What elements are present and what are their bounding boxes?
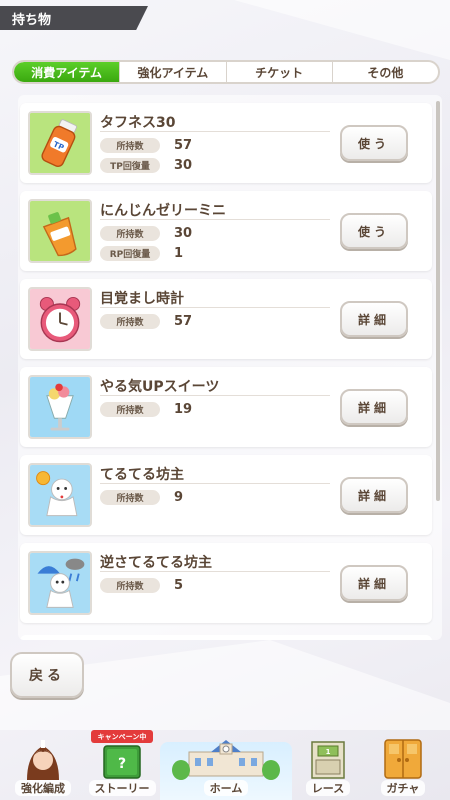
details-button[interactable]: 詳細 xyxy=(340,301,408,337)
stat-value: 1 xyxy=(174,245,184,261)
category-tabs: 消費アイテム 強化アイテム チケット その他 xyxy=(12,60,440,84)
stat-value: 9 xyxy=(174,489,184,505)
svg-text:1: 1 xyxy=(326,748,331,756)
tab-label: チケット xyxy=(255,65,304,80)
item-list: TP タフネス30 所持数 57 TP回復量 30 使う にんじんゼリーミニ 所… xyxy=(18,95,442,640)
page-header: 持ち物 xyxy=(0,6,148,30)
stat-row: RP回復量 1 xyxy=(100,245,183,261)
divider xyxy=(100,131,330,132)
stat-row: TP回復量 30 xyxy=(100,157,192,173)
stat-row: 所持数 9 xyxy=(100,489,183,505)
tab-label: その他 xyxy=(367,65,404,80)
stat-label: RP回復量 xyxy=(100,245,160,261)
tp-drink-icon: TP xyxy=(28,111,92,175)
character-portrait-icon xyxy=(13,736,73,780)
stat-label: 所持数 xyxy=(100,489,160,505)
page-title: 持ち物 xyxy=(12,12,52,28)
list-item: にんじんゼリーミニ 所持数 30 RP回復量 1 使う xyxy=(20,191,432,271)
tab-enhancement[interactable]: 強化アイテム xyxy=(120,62,227,82)
carrot-jelly-icon xyxy=(28,199,92,263)
nav-label: ホーム xyxy=(203,780,249,796)
race-gate-icon: 1 xyxy=(298,736,358,780)
item-name: タフネス30 xyxy=(100,115,176,131)
stat-label: 所持数 xyxy=(100,137,160,153)
list-scrollbar[interactable] xyxy=(436,101,440,501)
details-button[interactable]: 詳細 xyxy=(340,477,408,513)
nav-home[interactable]: ホーム xyxy=(166,735,286,800)
stat-value: 57 xyxy=(174,313,193,329)
nav-story[interactable]: ? ストーリー xyxy=(84,735,160,800)
upside-down-teru-teru-bozu-icon xyxy=(28,551,92,615)
stat-label: TP回復量 xyxy=(100,157,160,173)
tab-label: 強化アイテム xyxy=(137,65,209,80)
stat-row: 所持数 5 xyxy=(100,577,183,593)
stat-value: 30 xyxy=(174,225,193,241)
item-name: てるてる坊主 xyxy=(100,467,184,483)
bottom-nav: 強化編成 ? ストーリー ホーム 1 レース ガチャ xyxy=(0,735,450,800)
stat-label: 所持数 xyxy=(100,313,160,329)
stat-row: 所持数 30 xyxy=(100,225,192,241)
divider xyxy=(100,571,330,572)
nav-label: ストーリー xyxy=(88,780,156,796)
back-button[interactable]: 戻る xyxy=(10,652,84,698)
list-item: 目覚まし時計 所持数 57 詳細 xyxy=(20,279,432,359)
nav-label: ガチャ xyxy=(380,780,426,796)
tab-label: 消費アイテム xyxy=(31,65,103,80)
item-name: にんじんゼリーミニ xyxy=(100,203,226,219)
nav-gacha[interactable]: ガチャ xyxy=(366,735,440,800)
divider xyxy=(100,395,330,396)
stat-row: 所持数 57 xyxy=(100,137,192,153)
list-item: TP タフネス30 所持数 57 TP回復量 30 使う xyxy=(20,103,432,183)
divider xyxy=(100,219,330,220)
svg-text:?: ? xyxy=(118,756,126,772)
use-button[interactable]: 使う xyxy=(340,213,408,249)
tab-other[interactable]: その他 xyxy=(333,62,438,82)
stat-value: 30 xyxy=(174,157,193,173)
stat-row: 所持数 57 xyxy=(100,313,192,329)
item-name: 目覚まし時計 xyxy=(100,291,184,307)
divider xyxy=(100,307,330,308)
stat-label: 所持数 xyxy=(100,225,160,241)
stat-row: 所持数 19 xyxy=(100,401,192,417)
campaign-badge: キャンペーン中 xyxy=(91,730,153,743)
stat-value: 57 xyxy=(174,137,193,153)
alarm-clock-icon xyxy=(28,287,92,351)
nav-label: レース xyxy=(305,780,351,796)
use-button[interactable]: 使う xyxy=(340,125,408,161)
nav-race[interactable]: 1 レース xyxy=(292,735,364,800)
details-button[interactable]: 詳細 xyxy=(340,565,408,601)
item-name: 逆さてるてる坊主 xyxy=(100,555,212,571)
parfait-icon xyxy=(28,375,92,439)
nav-label: 強化編成 xyxy=(15,780,71,796)
list-item-partial xyxy=(20,635,432,640)
gacha-door-icon xyxy=(373,736,433,780)
item-name: やる気UPスイーツ xyxy=(100,379,220,395)
home-building-icon xyxy=(171,736,281,780)
stat-label: 所持数 xyxy=(100,577,160,593)
divider xyxy=(100,483,330,484)
tab-consumable[interactable]: 消費アイテム xyxy=(14,62,121,82)
stat-value: 19 xyxy=(174,401,193,417)
stat-label: 所持数 xyxy=(100,401,160,417)
stat-value: 5 xyxy=(174,577,184,593)
list-item: てるてる坊主 所持数 9 詳細 xyxy=(20,455,432,535)
list-item: やる気UPスイーツ 所持数 19 詳細 xyxy=(20,367,432,447)
list-item: 逆さてるてる坊主 所持数 5 詳細 xyxy=(20,543,432,623)
teru-teru-bozu-icon xyxy=(28,463,92,527)
tab-ticket[interactable]: チケット xyxy=(227,62,333,82)
nav-enhance-formation[interactable]: 強化編成 xyxy=(8,735,78,800)
details-button[interactable]: 詳細 xyxy=(340,389,408,425)
